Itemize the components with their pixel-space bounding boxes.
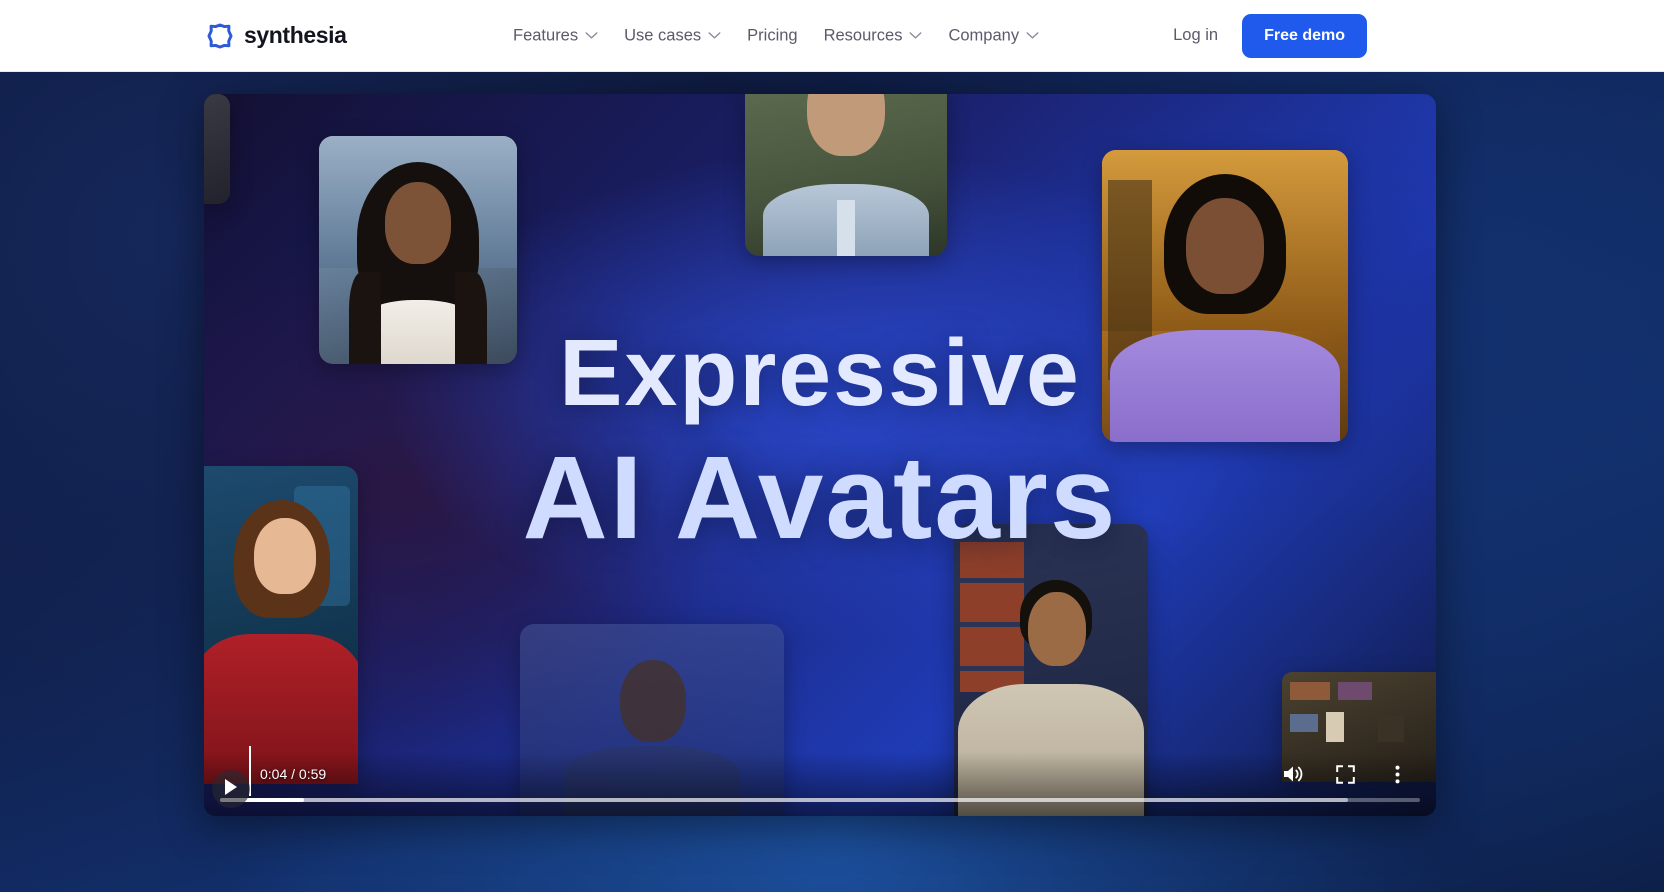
header-actions: Log in Free demo (1173, 13, 1367, 58)
primary-navigation: Features Use cases Pricing Resources Com… (500, 18, 1052, 53)
login-link[interactable]: Log in (1173, 26, 1218, 45)
more-options-button[interactable] (1380, 757, 1414, 791)
nav-label-company: Company (948, 26, 1020, 44)
nav-item-use-cases[interactable]: Use cases (611, 18, 734, 53)
fullscreen-icon (1335, 764, 1355, 784)
video-controls-row: 0:04 / 0:59 (204, 756, 1436, 792)
avatar-tile-1 (319, 136, 517, 364)
chevron-down-icon (909, 32, 922, 40)
nav-item-resources[interactable]: Resources (811, 18, 936, 53)
nav-label-use-cases: Use cases (624, 26, 702, 44)
volume-high-icon (1282, 764, 1304, 784)
brand-logo-link[interactable]: synthesia (206, 22, 347, 50)
hero-stage: Expressive AI Avatars 0:04 / 0:59 (0, 72, 1664, 892)
chevron-down-icon (585, 32, 598, 40)
video-player[interactable]: Expressive AI Avatars 0:04 / 0:59 (204, 94, 1436, 816)
video-progress-bar[interactable] (220, 798, 1420, 802)
avatar-tile-4 (204, 466, 358, 784)
kebab-menu-icon (1395, 765, 1400, 784)
chevron-down-icon (1026, 32, 1039, 40)
nav-item-pricing[interactable]: Pricing (734, 18, 810, 53)
nav-item-company[interactable]: Company (935, 18, 1052, 53)
synthesia-octagon-logo-icon (206, 22, 234, 50)
avatar-tile-edge-left (204, 94, 230, 204)
nav-item-features[interactable]: Features (500, 18, 611, 53)
fullscreen-button[interactable] (1328, 757, 1362, 791)
progress-buffered (220, 798, 1348, 802)
play-icon (223, 778, 239, 801)
avatar-tile-2 (745, 94, 947, 256)
site-header: synthesia Features Use cases Pricing Res… (0, 0, 1664, 72)
video-time-display: 0:04 / 0:59 (260, 766, 327, 782)
free-demo-button[interactable]: Free demo (1242, 13, 1367, 58)
nav-label-features: Features (513, 26, 579, 44)
avatar-tile-3 (1102, 150, 1348, 442)
brand-name: synthesia (244, 22, 347, 48)
video-controls-right (1276, 757, 1414, 791)
nav-label-pricing: Pricing (747, 26, 798, 44)
play-button[interactable] (212, 770, 250, 808)
chevron-down-icon (708, 32, 721, 40)
volume-button[interactable] (1276, 757, 1310, 791)
video-controls-bar: 0:04 / 0:59 (204, 746, 1436, 816)
nav-label-resources: Resources (823, 26, 903, 44)
